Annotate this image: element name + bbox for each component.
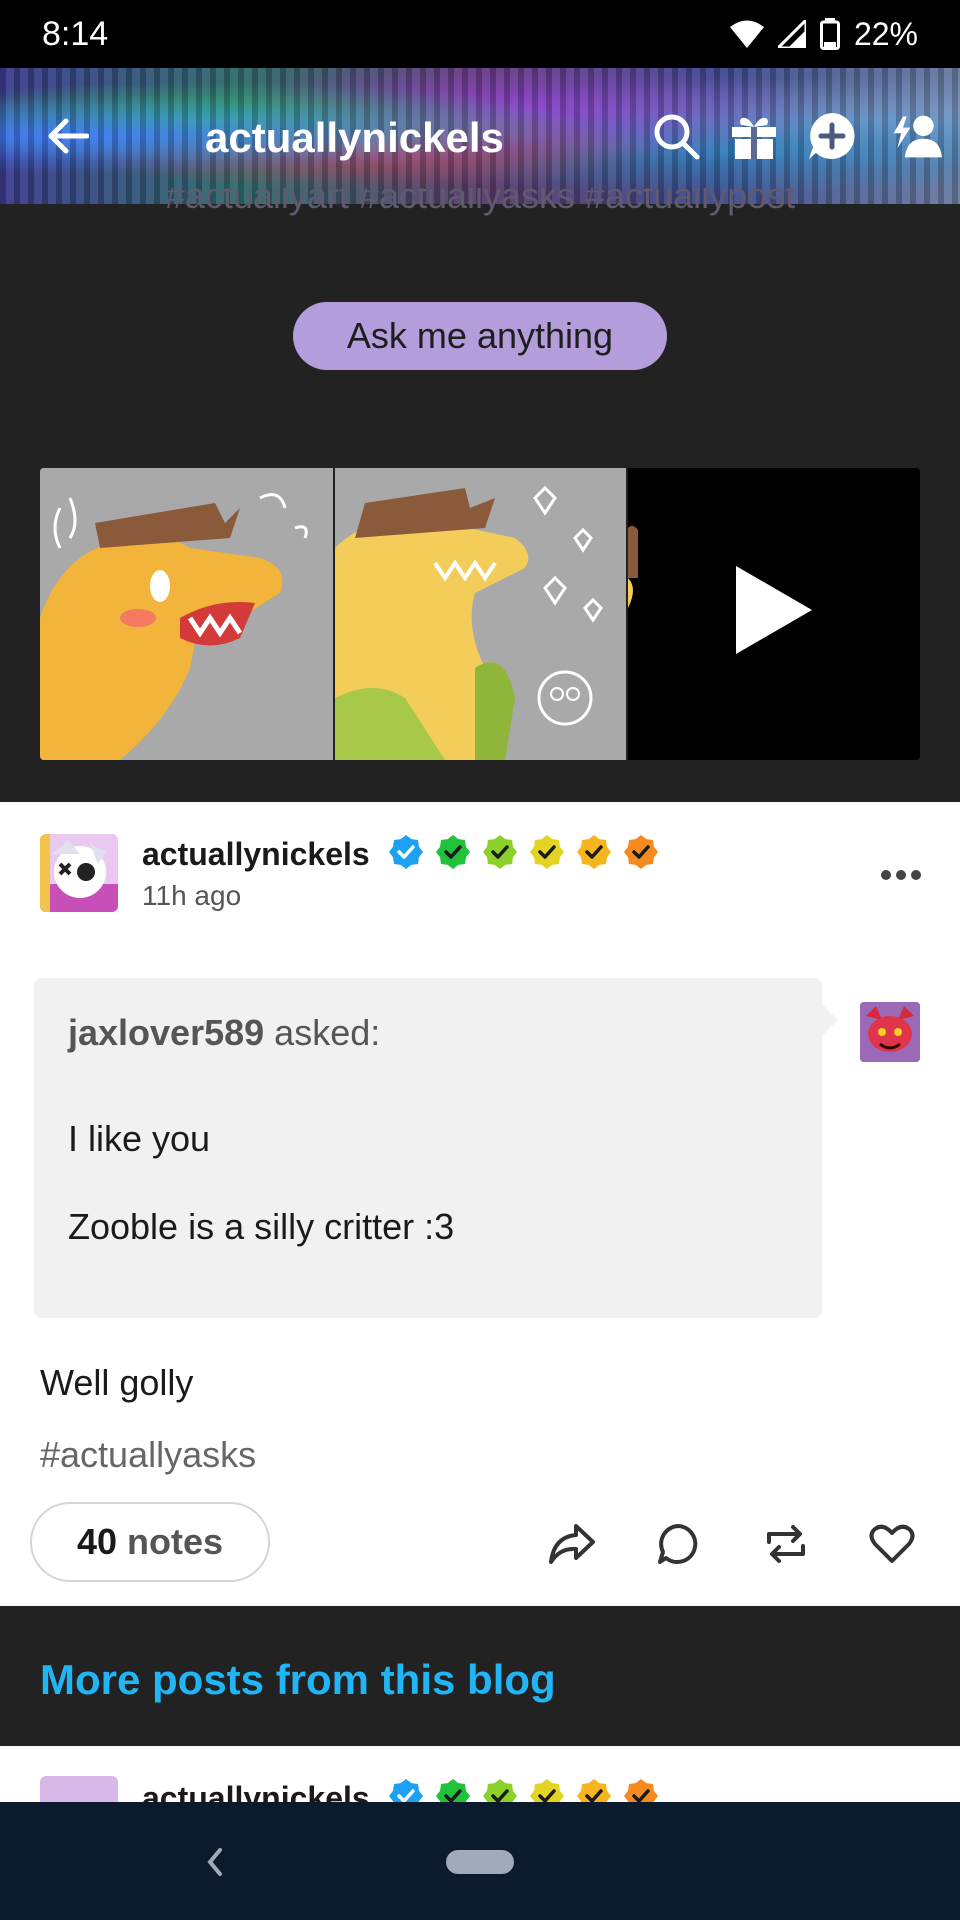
more-posts-section: More posts from this blog [0, 1606, 960, 1746]
more-options-button[interactable] [880, 864, 922, 881]
post-card: actuallynickels 11h ago jaxlover589 aske… [0, 802, 960, 1606]
avatar[interactable] [40, 1776, 118, 1802]
share-icon [549, 1524, 595, 1564]
dragon-blush-artwork [40, 468, 333, 760]
verified-badge-icon[interactable] [576, 1778, 612, 1802]
status-bar: 8:14 22% [0, 0, 960, 68]
wifi-icon [729, 20, 764, 48]
avatar[interactable] [40, 834, 118, 912]
signal-icon [777, 20, 806, 48]
post-body: Well golly [40, 1362, 194, 1403]
post-thumbnail[interactable] [40, 468, 333, 760]
nav-back-button[interactable] [200, 1842, 228, 1882]
media-strip[interactable] [40, 468, 920, 760]
battery-percent: 22% [853, 15, 918, 52]
verified-badge-icon[interactable] [623, 834, 659, 870]
arrow-left-icon [48, 118, 89, 154]
notes-count: 40 [76, 1521, 118, 1562]
verified-badge-icon[interactable] [435, 1778, 471, 1802]
badge-list [388, 1778, 659, 1802]
verified-badge-icon[interactable] [482, 1778, 518, 1802]
gift-icon [732, 117, 776, 159]
asker-avatar-image [860, 1002, 920, 1062]
ask-me-anything-button[interactable]: Ask me anything [293, 302, 667, 370]
asker-username[interactable]: jaxlover589 [68, 1012, 264, 1053]
nav-home-button[interactable] [446, 1850, 514, 1874]
verified-badge-icon[interactable] [576, 834, 612, 870]
verified-badge-icon[interactable] [623, 1778, 659, 1802]
follow-button[interactable] [890, 110, 942, 162]
reblog-button[interactable] [760, 1518, 812, 1570]
gift-button[interactable] [728, 110, 780, 162]
user-avatar-image [40, 834, 118, 912]
post-thumbnail[interactable] [333, 468, 626, 760]
system-nav-bar [0, 1802, 960, 1920]
back-button[interactable] [44, 112, 92, 160]
like-button[interactable] [866, 1518, 918, 1570]
dragon-smile-artwork [335, 468, 626, 760]
verified-badge-icon[interactable] [435, 834, 471, 870]
heart-icon [869, 1524, 915, 1563]
search-icon [654, 114, 700, 160]
video-thumbnail[interactable] [626, 468, 920, 760]
notes-button[interactable]: 40 notes [30, 1502, 270, 1582]
share-button[interactable] [546, 1518, 598, 1570]
post-timestamp: 11h ago [142, 880, 242, 911]
ask-text: Zooble is a silly critter :3 [68, 1206, 455, 1247]
notes-label: notes [127, 1521, 224, 1562]
play-icon[interactable] [628, 468, 920, 760]
ask-bubble: jaxlover589 asked: I like you Zooble is … [34, 978, 838, 1318]
verified-badge-icon[interactable] [529, 1778, 565, 1802]
battery-icon [819, 18, 840, 50]
follow-user-icon [893, 115, 942, 158]
verified-badge-icon[interactable] [529, 834, 565, 870]
chevron-left-icon [207, 1848, 222, 1876]
comment-icon [658, 1524, 698, 1564]
chat-plus-icon [809, 113, 855, 159]
reply-button[interactable] [652, 1518, 704, 1570]
reblog-icon [767, 1525, 805, 1563]
post-username[interactable]: actuallynickels [142, 836, 370, 873]
verified-badge-icon[interactable] [482, 834, 518, 870]
next-post-card[interactable]: actuallynickels [0, 1746, 960, 1802]
status-icons: 22% [729, 15, 918, 53]
verified-badge-icon[interactable] [388, 834, 424, 870]
verified-badge-icon[interactable] [388, 1778, 424, 1802]
search-button[interactable] [650, 110, 702, 162]
asked-label: asked: [274, 1012, 381, 1053]
new-post-button[interactable] [806, 110, 858, 162]
post-username[interactable]: actuallynickels [142, 1780, 370, 1802]
page: 8:14 22% actuallynickels #actuallyart #a… [0, 0, 960, 1920]
more-dots-icon [881, 870, 921, 880]
ask-text: I like you [68, 1118, 211, 1159]
badge-list [388, 834, 659, 870]
status-time: 8:14 [42, 14, 109, 53]
blog-title: actuallynickels [205, 114, 504, 161]
more-posts-title[interactable]: More posts from this blog [40, 1656, 556, 1704]
post-tag[interactable]: #actuallyasks [40, 1434, 256, 1476]
asker-avatar[interactable] [860, 1002, 920, 1062]
asker-line: jaxlover589 asked: [68, 1012, 380, 1054]
blog-header: actuallynickels [0, 68, 960, 204]
